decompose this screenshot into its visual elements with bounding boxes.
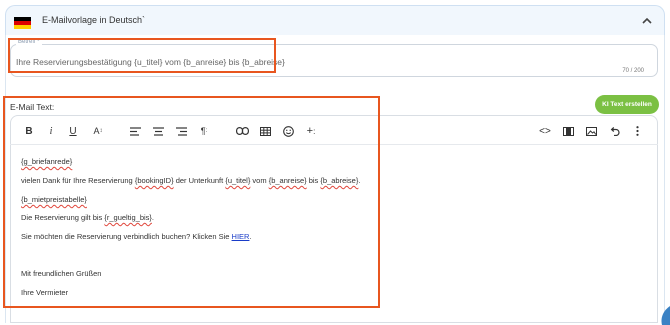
undo-icon[interactable] (607, 123, 621, 139)
accordion-border-right (664, 35, 665, 323)
subject-char-counter: 70 / 200 (622, 68, 644, 74)
german-flag-icon (14, 17, 31, 29)
image-icon[interactable] (584, 123, 598, 139)
fullscreen-icon[interactable] (561, 123, 575, 139)
subject-highlight-box (8, 38, 276, 73)
email-template-panel: E-Mailvorlage in Deutsch` Betreff * Ihre… (0, 0, 670, 325)
code-view-icon[interactable]: <> (538, 123, 552, 139)
ai-generate-text-button[interactable]: KI Text erstellen (595, 95, 659, 114)
chevron-up-icon[interactable] (640, 14, 654, 28)
scroll-handle-icon[interactable] (658, 305, 670, 325)
accordion-title: E-Mailvorlage in Deutsch` (42, 15, 146, 25)
more-options-icon[interactable] (630, 123, 644, 139)
email-text-highlight-box (3, 96, 380, 308)
accordion-header[interactable]: E-Mailvorlage in Deutsch` (5, 5, 665, 35)
